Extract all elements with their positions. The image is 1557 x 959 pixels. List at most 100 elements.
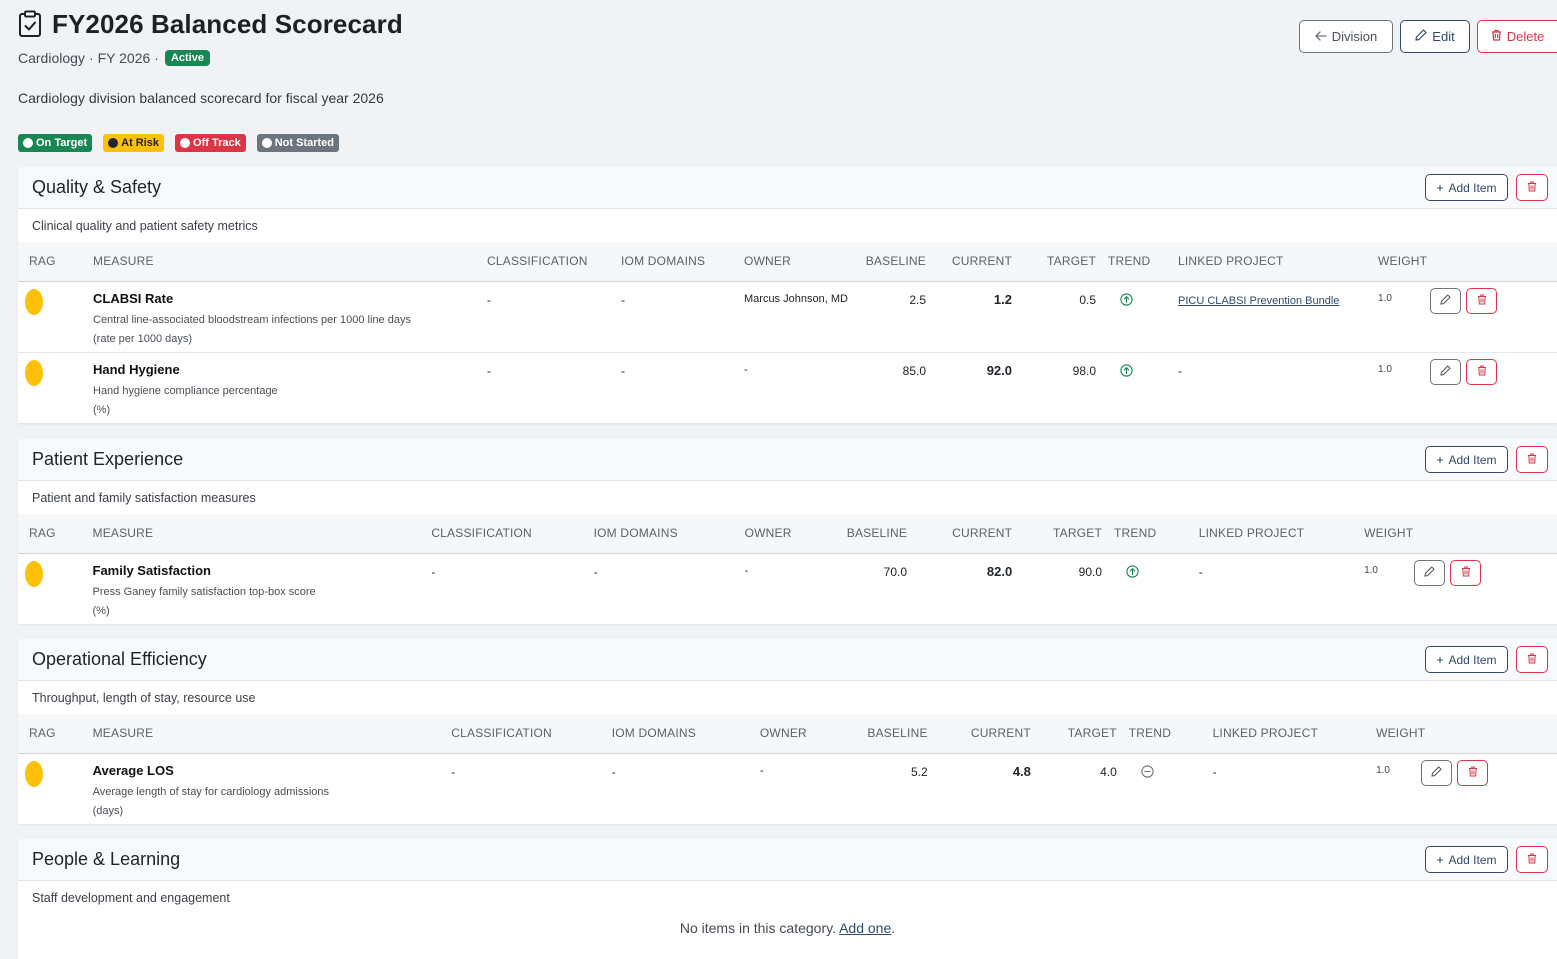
linked-project-link[interactable]: PICU CLABSI Prevention Bundle [1178,295,1339,307]
table-row[interactable]: Family Satisfaction Press Ganey family sa… [18,553,1557,624]
column-header-measure[interactable]: MEASURE [93,714,452,753]
section-header: People & Learning Add Item [18,839,1557,881]
measure-name[interactable]: Family Satisfaction [93,563,432,578]
column-header-weight[interactable]: WEIGHT [1376,714,1425,753]
rag-legend: On Target At Risk Off Track Not Started [18,134,340,152]
column-header-measure[interactable]: MEASURE [93,514,432,553]
column-header-iom-domains[interactable]: IOM DOMAINS [594,514,745,553]
column-header-baseline[interactable]: BASELINE [862,242,934,281]
column-header-classification[interactable]: CLASSIFICATION [431,514,593,553]
delete-item-button[interactable] [1466,358,1497,385]
column-header-trend[interactable]: TREND [1129,714,1213,753]
rag-status-indicator [25,359,43,386]
delete-category-button[interactable] [1516,846,1548,873]
delete-category-button[interactable] [1516,446,1548,473]
edit-item-button[interactable] [1430,287,1461,314]
column-header-owner[interactable]: OWNER [744,242,862,281]
column-header-linked-project[interactable]: LINKED PROJECT [1213,714,1377,753]
weight-cell: 1.0 [1378,363,1392,375]
section-title: Patient Experience [32,449,184,469]
add-one-link[interactable]: Add one [839,920,891,936]
column-header-trend[interactable]: TREND [1108,242,1178,281]
current-cell: 4.8 [1012,763,1031,779]
trash-icon [1477,293,1487,308]
column-header-classification[interactable]: CLASSIFICATION [487,242,621,281]
column-header-current[interactable]: CURRENT [934,242,1022,281]
edit-item-button[interactable] [1414,559,1446,586]
column-header-linked-project[interactable]: LINKED PROJECT [1178,242,1378,281]
delete-item-button[interactable] [1450,559,1482,586]
column-header-weight[interactable]: WEIGHT [1378,242,1430,281]
category-section: Operational Efficiency Add Item Throughput… [18,639,1557,824]
table-header-row: RAG MEASURE CLASSIFICATION IOM DOMAINS OWNER… [18,242,1557,281]
measure-description: Central line-associated bloodstream infe… [93,311,487,349]
column-header-actions [1430,242,1557,281]
edit-button[interactable]: Edit [1400,20,1470,53]
measure-unit: (%) [92,604,110,617]
column-header-rag[interactable]: RAG [18,714,93,753]
edit-item-button[interactable] [1421,759,1453,786]
column-header-target[interactable]: TARGET [1041,714,1129,753]
table-row[interactable]: CLABSI Rate Central line-associated blood… [18,281,1557,352]
table-row[interactable]: Average LOS Average length of stay for ca… [18,753,1557,824]
legend-dot-icon [180,138,191,148]
column-header-owner[interactable]: OWNER [760,714,859,753]
column-header-trend[interactable]: TREND [1114,514,1199,553]
measure-name[interactable]: Average LOS [93,763,452,778]
column-header-baseline[interactable]: BASELINE [844,514,915,553]
column-header-baseline[interactable]: BASELINE [859,714,936,753]
trash-icon [1461,565,1471,580]
division-button[interactable]: Division [1299,20,1393,53]
add-item-button[interactable]: Add Item [1425,646,1508,673]
trash-icon [1468,765,1478,780]
section-title: Quality & Safety [32,177,162,197]
table-row[interactable]: Hand Hygiene Hand hygiene compliance perc… [18,352,1557,423]
linked-project-cell: - [1198,564,1203,579]
column-header-classification[interactable]: CLASSIFICATION [451,714,611,753]
column-header-target[interactable]: TARGET [1022,514,1114,553]
measure-name[interactable]: Hand Hygiene [93,362,487,377]
edit-item-button[interactable] [1430,358,1461,385]
measure-desc-text: Press Ganey family satisfaction top-box … [92,585,316,598]
target-cell: 98.0 [1072,363,1096,378]
measure-unit: (rate per 1000 days) [93,332,193,345]
owner-cell: - [744,363,748,376]
pencil-icon [1440,364,1451,379]
empty-text: No items in this category. [679,920,836,936]
classification-cell: - [431,564,436,579]
measure-desc-text: Average length of stay for cardiology ad… [92,785,330,798]
column-header-measure[interactable]: MEASURE [93,242,487,281]
legend-label: On Target [36,137,88,149]
measures-table: RAG MEASURE CLASSIFICATION IOM DOMAINS OWNER… [18,242,1557,424]
column-header-owner[interactable]: OWNER [745,514,844,553]
add-item-button[interactable]: Add Item [1425,174,1508,201]
delete-item-button[interactable] [1457,759,1489,786]
classification-cell: - [451,764,456,779]
section-header: Quality & Safety Add Item [18,167,1557,209]
dash-circle-icon [1141,764,1154,778]
add-item-button[interactable]: Add Item [1425,446,1508,473]
add-item-button[interactable]: Add Item [1425,846,1508,873]
delete-category-button[interactable] [1516,646,1548,673]
linked-project-cell: - [1212,764,1217,779]
column-header-iom-domains[interactable]: IOM DOMAINS [621,242,744,281]
rag-status-indicator [25,288,43,315]
section-actions: Add Item [1425,846,1548,873]
column-header-weight[interactable]: WEIGHT [1364,514,1414,553]
column-header-current[interactable]: CURRENT [936,714,1041,753]
target-cell: 90.0 [1078,564,1103,579]
column-header-rag[interactable]: RAG [18,514,93,553]
column-header-linked-project[interactable]: LINKED PROJECT [1199,514,1364,553]
row-actions [1421,759,1557,786]
delete-item-button[interactable] [1466,287,1497,314]
legend-chip-off-track: Off Track [175,134,246,152]
delete-button[interactable]: Delete [1477,20,1557,53]
measure-name[interactable]: CLABSI Rate [93,291,487,306]
column-header-target[interactable]: TARGET [1022,242,1108,281]
column-header-current[interactable]: CURRENT [915,514,1022,553]
measures-table: RAG MEASURE CLASSIFICATION IOM DOMAINS OWNER… [18,514,1557,625]
column-header-iom-domains[interactable]: IOM DOMAINS [612,714,760,753]
iom-domains-cell: - [621,292,625,307]
delete-category-button[interactable] [1516,174,1548,201]
column-header-rag[interactable]: RAG [18,242,93,281]
